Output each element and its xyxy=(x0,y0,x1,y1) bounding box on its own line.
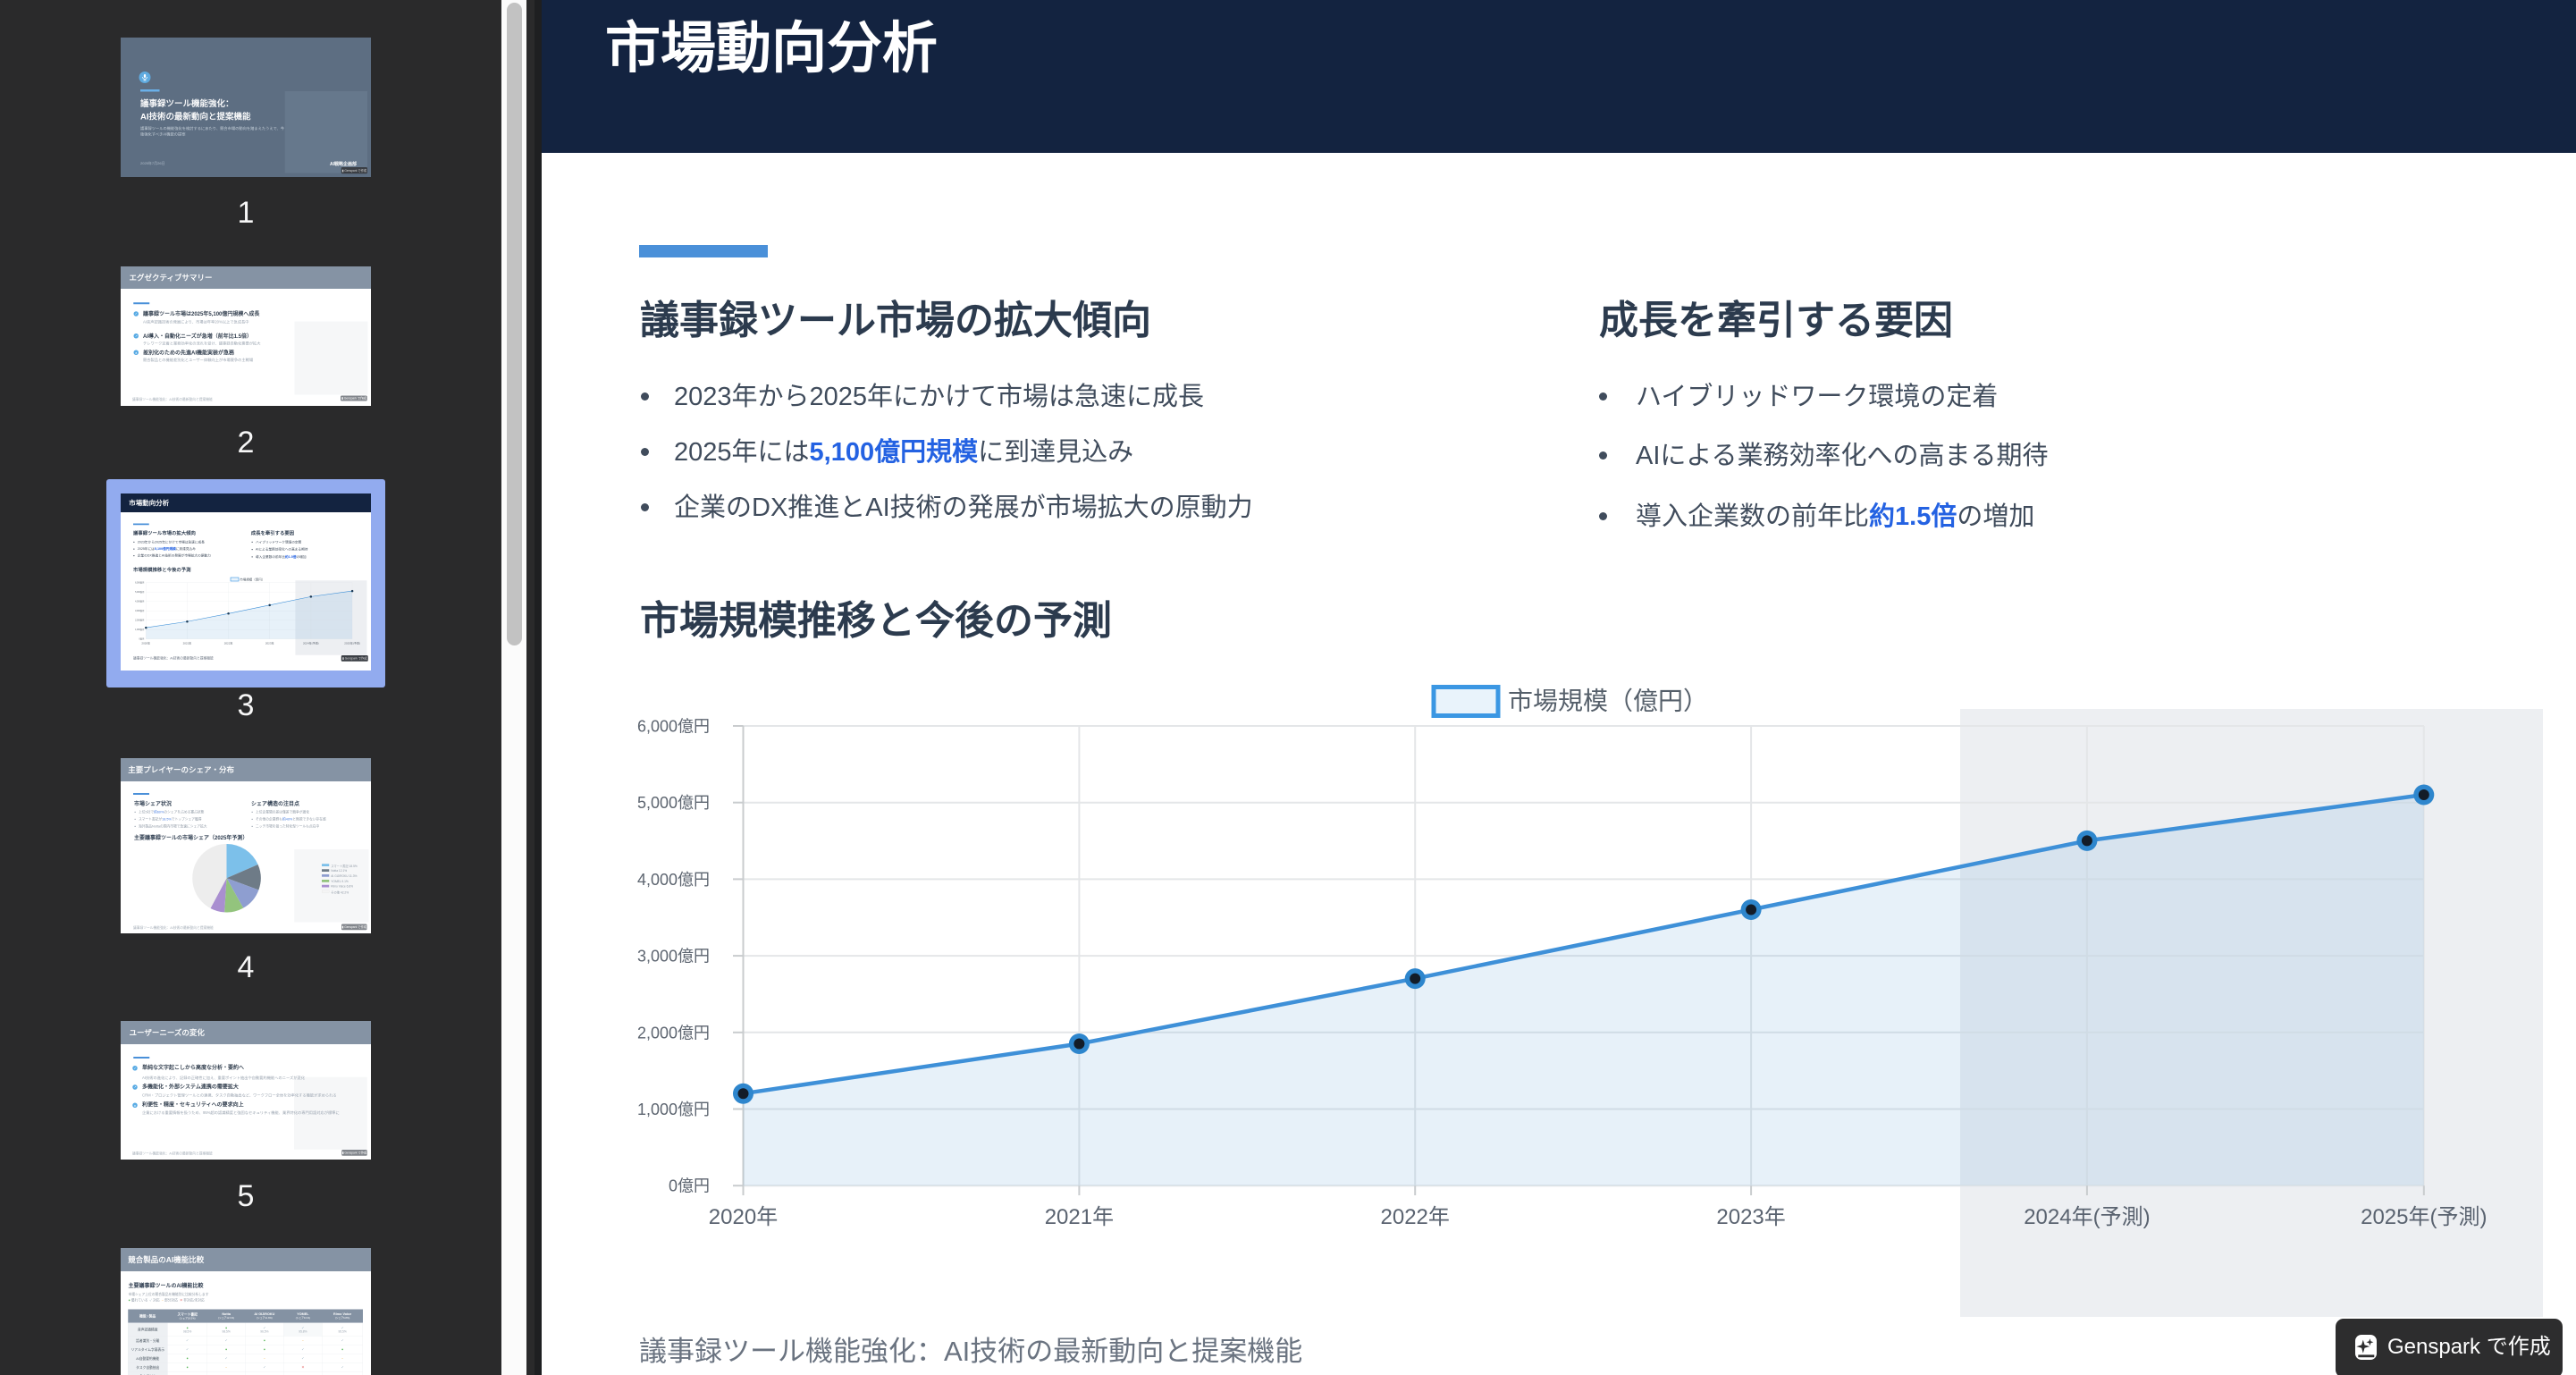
svg-text:0億円: 0億円 xyxy=(139,637,145,641)
svg-text:2022年: 2022年 xyxy=(1381,1205,1450,1229)
svg-text:1,000億円: 1,000億円 xyxy=(637,1101,710,1118)
svg-text:3,000億円: 3,000億円 xyxy=(637,948,710,966)
svg-text:4,000億円: 4,000億円 xyxy=(637,871,710,889)
svg-text:3,000億円: 3,000億円 xyxy=(135,609,145,612)
svg-text:2020年: 2020年 xyxy=(709,1205,778,1229)
svg-text:2020年: 2020年 xyxy=(141,640,150,645)
svg-text:2021年: 2021年 xyxy=(1045,1205,1114,1229)
svg-text:2025年(予測): 2025年(予測) xyxy=(344,640,360,645)
svg-text:市場規模（億円）: 市場規模（億円） xyxy=(240,577,265,581)
svg-text:2023年: 2023年 xyxy=(265,640,274,645)
svg-text:2025年(予測): 2025年(予測) xyxy=(2361,1205,2487,1229)
svg-text:2,000億円: 2,000億円 xyxy=(135,619,145,622)
svg-text:4,000億円: 4,000億円 xyxy=(135,600,145,603)
svg-text:5,000億円: 5,000億円 xyxy=(637,794,710,812)
svg-text:2024年(予測): 2024年(予測) xyxy=(303,640,319,645)
svg-text:2024年(予測): 2024年(予測) xyxy=(2024,1205,2150,1229)
svg-text:5,000億円: 5,000億円 xyxy=(135,590,145,594)
svg-text:市場規模（億円）: 市場規模（億円） xyxy=(1508,688,1708,715)
svg-text:6,000億円: 6,000億円 xyxy=(637,718,710,736)
svg-text:2022年: 2022年 xyxy=(224,640,233,645)
svg-text:2,000億円: 2,000億円 xyxy=(637,1024,710,1042)
svg-text:2023年: 2023年 xyxy=(1716,1205,1785,1229)
svg-text:6,000億円: 6,000億円 xyxy=(135,581,145,585)
svg-text:0億円: 0億円 xyxy=(669,1177,710,1195)
svg-text:2021年: 2021年 xyxy=(183,640,192,645)
svg-text:1,000億円: 1,000億円 xyxy=(135,628,145,631)
